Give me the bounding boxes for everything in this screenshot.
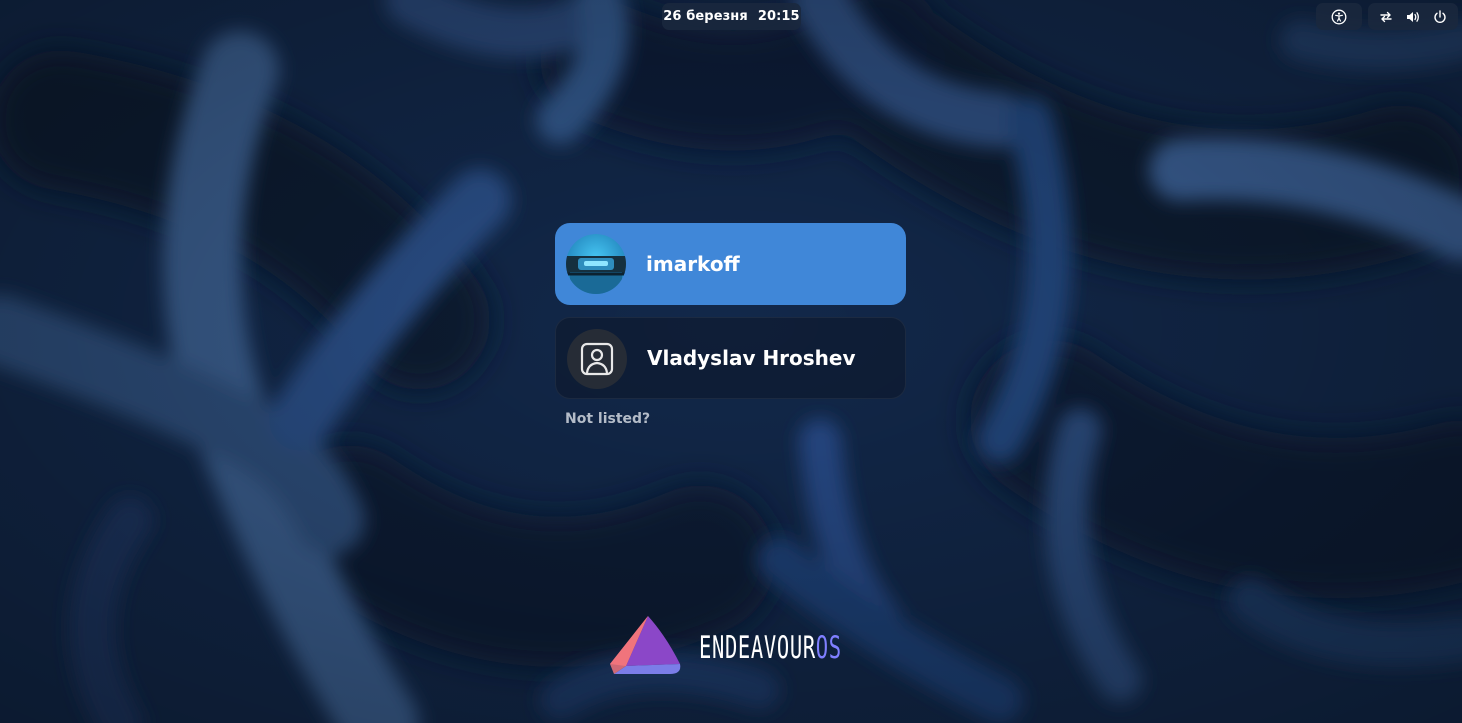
date-time-button[interactable]: 26 березня 20:15 [662,3,801,30]
avatar [566,234,626,294]
endeavouros-triangle-icon [610,616,681,674]
wordmark-main: ENDEAVOUR [699,630,816,666]
login-screen: 26 березня 20:15 imarkoff Vladyslav Hros… [0,0,1462,723]
volume-icon [1406,11,1419,22]
accessibility-menu-button[interactable] [1316,3,1362,30]
avatar [567,329,627,389]
power-icon [1434,9,1446,23]
wordmark-accent: OS [815,630,842,666]
not-listed-button[interactable]: Not listed? [565,411,650,427]
user-row-imarkoff[interactable]: imarkoff [555,223,906,305]
endeavouros-wordmark: ENDEAVOUROS [699,630,842,666]
network-wired-icon [1379,11,1392,22]
user-row-vladyslav-hroshev[interactable]: Vladyslav Hroshev [555,317,906,399]
accessibility-icon [1331,9,1347,24]
endeavouros-logo: ENDEAVOUROS [608,612,868,680]
user-name: imarkoff [646,252,740,276]
default-user-avatar-icon [580,342,614,376]
system-menu-button[interactable] [1368,3,1458,30]
user-photo-icon [566,234,626,294]
date-label: 26 березня [663,9,748,24]
time-label: 20:15 [757,9,800,24]
user-name: Vladyslav Hroshev [647,346,856,370]
